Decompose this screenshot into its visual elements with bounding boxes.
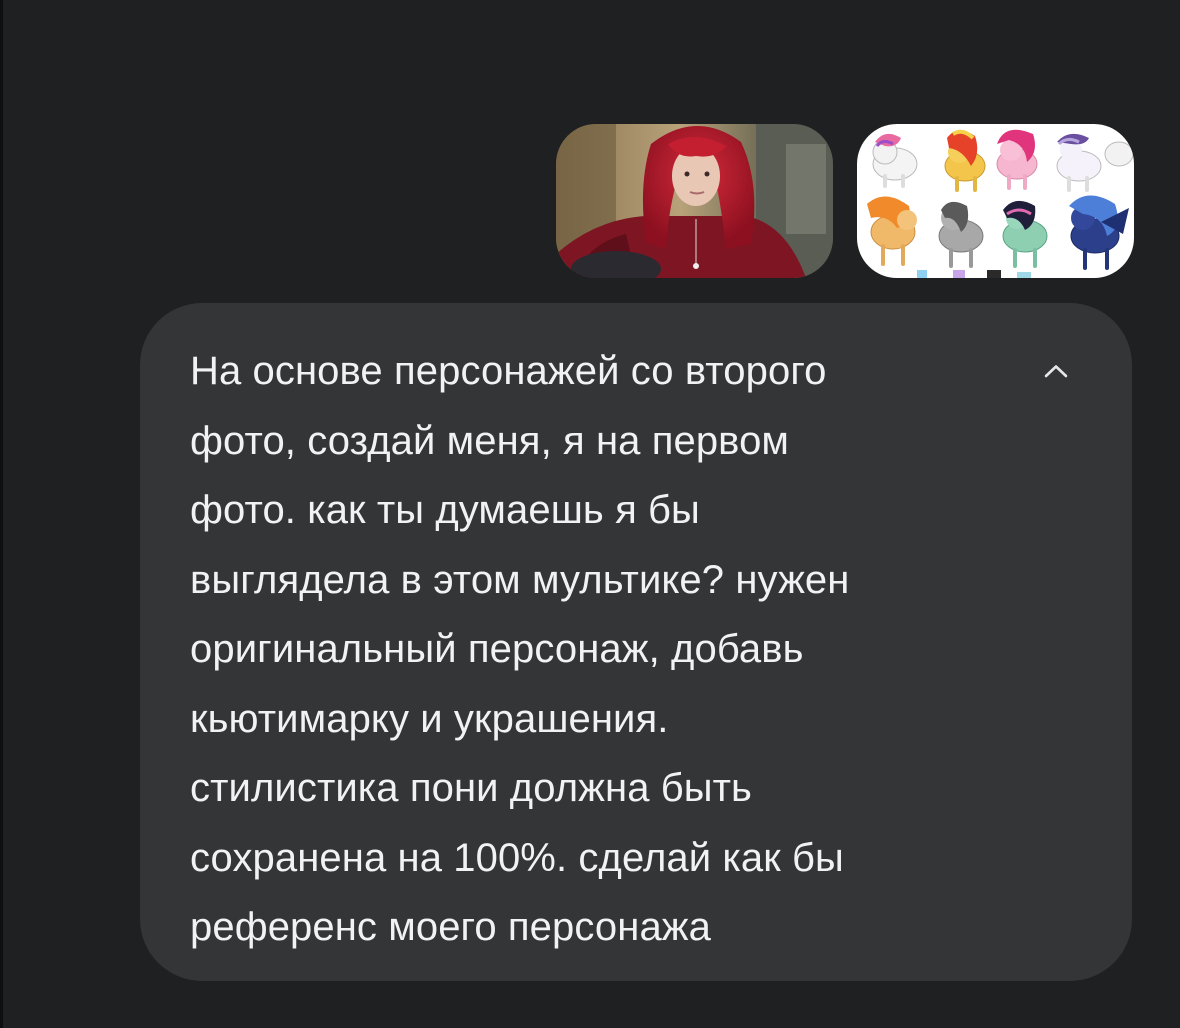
chevron-up-icon [1044,365,1068,378]
attachments-row [556,124,1134,278]
user-message-bubble: На основе персонажей со второго фото, со… [140,303,1132,981]
message-text: На основе персонажей со второго фото, со… [190,349,850,949]
collapse-message-button[interactable] [1036,351,1076,391]
window-edge [0,0,3,1028]
pony-collage-photo-icon [857,124,1134,278]
attachment-photo-ponies[interactable] [857,124,1134,278]
attachment-photo-portrait[interactable] [556,124,833,278]
portrait-photo-icon [556,124,833,278]
